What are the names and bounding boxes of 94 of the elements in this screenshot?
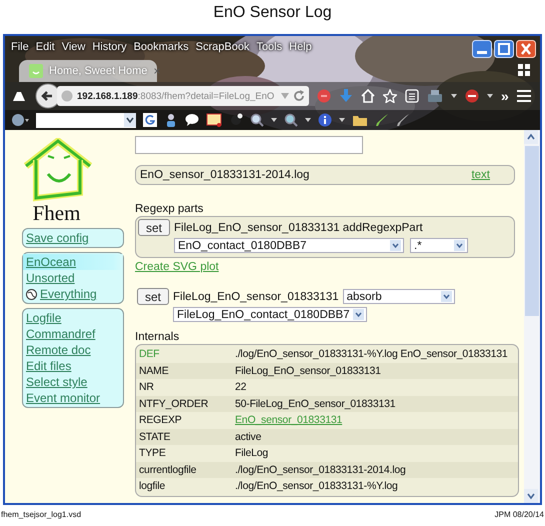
dropdown[interactable]: .* — [410, 238, 468, 253]
scroll-thumb[interactable] — [525, 146, 539, 316]
menu-item[interactable]: File — [11, 41, 29, 53]
url-field[interactable]: 192.168.1.189:8083/fhem?detail=FileLog_EnO — [57, 86, 309, 106]
home-icon[interactable] — [361, 89, 375, 103]
sidebar-item[interactable]: Save config — [23, 230, 123, 246]
note-icon[interactable] — [206, 113, 222, 127]
menu-item[interactable]: View — [62, 41, 86, 53]
magnifier-icon[interactable] — [284, 113, 298, 127]
command-text: FileLog_EnO_sensor_01833131 addRegexpPart — [174, 222, 423, 234]
internal-value: FileLog_EnO_sensor_01833131 — [235, 364, 381, 377]
caret-icon[interactable] — [305, 118, 311, 122]
sidebar-item[interactable]: Logfile — [23, 310, 123, 326]
person-icon[interactable] — [164, 113, 178, 127]
star-icon[interactable] — [383, 89, 397, 103]
caret-icon — [390, 240, 401, 251]
internal-name-link[interactable]: DEF — [136, 348, 235, 360]
caret-icon[interactable] — [451, 94, 457, 98]
caret-icon[interactable] — [487, 94, 493, 98]
logo-text: Fhem — [32, 202, 80, 224]
menu-item[interactable]: Bookmarks — [134, 41, 189, 53]
internal-name: STATE — [138, 430, 172, 443]
internal-name: TYPE — [138, 447, 167, 460]
sidebar-item[interactable]: Unsorted — [23, 270, 123, 286]
sidebar-item[interactable]: Everything — [23, 286, 123, 302]
brush-icon[interactable] — [396, 113, 410, 127]
internal-name: NR — [138, 381, 155, 394]
minimize-icon[interactable] — [472, 40, 492, 58]
caret-icon — [440, 291, 452, 302]
author-date: JPM 08/20/14 — [494, 510, 544, 519]
dropdown[interactable]: absorb — [342, 289, 455, 304]
menu-item[interactable]: ScrapBook — [196, 41, 250, 53]
adblock-icon[interactable] — [465, 89, 479, 103]
smiley-icon — [29, 64, 43, 78]
section-heading: Internals — [135, 330, 180, 344]
set-button[interactable]: set — [138, 219, 170, 236]
browser-tab[interactable]: Home, Sweet Home × — [19, 60, 157, 82]
sidebar-item[interactable]: Commandref — [23, 326, 123, 342]
dropdown[interactable]: EnO_contact_0180DBB7 — [174, 238, 404, 253]
internal-value: FileLog — [235, 447, 268, 460]
internal-value: ./log/EnO_sensor_01833131-%Y.log — [235, 480, 398, 492]
maximize-icon[interactable] — [494, 40, 514, 58]
tab-title: Home, Sweet Home — [49, 65, 148, 77]
page-title: EnO Sensor Log — [212, 3, 333, 23]
internal-name: NTFY_ORDER — [138, 398, 210, 410]
internal-name: NAME — [138, 364, 170, 377]
internal-value: active — [235, 430, 262, 443]
command-field[interactable] — [135, 136, 363, 154]
sidebar-item[interactable]: EnOcean — [23, 254, 123, 270]
magnifier-icon[interactable] — [250, 113, 264, 127]
caret-icon[interactable] — [271, 118, 277, 122]
url-text: 192.168.1.189:8083/fhem?detail=FileLog_EnO — [77, 90, 276, 102]
internal-name: logfile — [138, 480, 166, 492]
internal-value-link[interactable]: EnO_sensor_01833131 — [235, 414, 342, 426]
internal-name: REGEXP — [138, 414, 183, 426]
sidebar-item[interactable]: Remote doc — [23, 342, 123, 358]
reader-list-icon[interactable] — [405, 89, 419, 103]
internal-value: 50-FileLog_EnO_sensor_01833131 — [235, 398, 396, 410]
pyramid-icon[interactable] — [11, 90, 27, 102]
info-icon[interactable] — [318, 113, 332, 127]
speech-bubble-icon[interactable] — [185, 113, 199, 127]
caret-icon — [454, 240, 465, 251]
sidebar-item[interactable]: Select style — [23, 374, 123, 390]
menu-item[interactable]: History — [92, 41, 127, 53]
logfile-name: EnO_sensor_01833131-2014.log — [140, 168, 310, 182]
menu-icon[interactable] — [516, 90, 531, 102]
brush-icon[interactable] — [375, 113, 389, 127]
sidebar-item[interactable]: Edit files — [23, 358, 123, 374]
scroll-down-icon[interactable] — [524, 489, 538, 503]
file-name: fhem_tsejsor_log1.vsd — [1, 510, 82, 519]
folder-icon[interactable] — [352, 113, 368, 127]
stop-icon[interactable] — [317, 89, 331, 103]
reload-icon[interactable] — [293, 90, 305, 102]
caret-icon[interactable] — [339, 118, 345, 122]
internal-value: 22 — [235, 381, 246, 394]
close-icon[interactable] — [516, 40, 536, 58]
create-plot-link[interactable]: Create SVG plot — [135, 260, 219, 274]
section-heading: Regexp parts — [135, 202, 204, 216]
printer-icon[interactable] — [427, 89, 443, 103]
internal-value: ./log/EnO_sensor_01833131-2014.log — [235, 464, 406, 476]
device-name: FileLog_EnO_sensor_01833131 — [173, 290, 339, 302]
overflow-button[interactable]: » — [501, 88, 509, 104]
internal-name: currentlogfile — [138, 464, 198, 476]
scroll-up-icon[interactable] — [524, 130, 538, 144]
search-field[interactable] — [36, 112, 136, 128]
scrollbar[interactable] — [524, 130, 540, 503]
sidebar-item[interactable]: Event monitor — [23, 390, 123, 406]
text-link[interactable]: text — [471, 168, 490, 182]
tab-grid-icon[interactable] — [518, 64, 530, 76]
menu-item[interactable]: Edit — [36, 41, 55, 53]
dropdown[interactable]: FileLog_EnO_contact_0180DBB7 — [173, 307, 367, 322]
caret-icon — [352, 309, 364, 320]
internal-value: ./log/EnO_sensor_01833131-%Y.log EnO_sensor_01833131 — [235, 348, 508, 360]
set-button[interactable]: set — [137, 288, 170, 305]
